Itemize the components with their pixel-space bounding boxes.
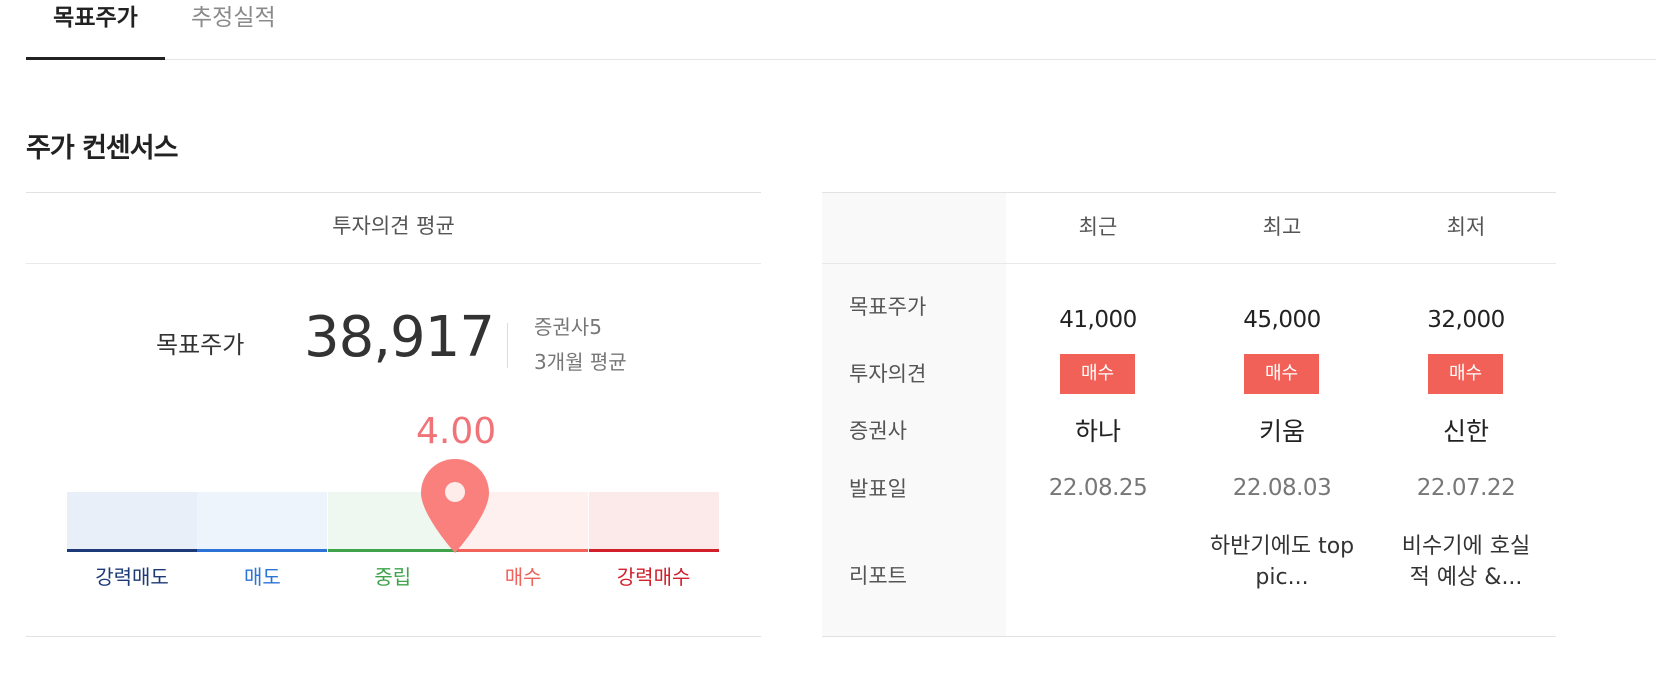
consensus-table: 최근 최고 최저 목표주가 투자의견 증권사 발표일 리포트 41,000 매수…: [822, 192, 1556, 637]
header-divider: [822, 263, 1556, 264]
section-title: 주가 컨센서스: [26, 133, 178, 164]
opinion-score: 4.00: [416, 411, 497, 452]
scale-label: 중립: [374, 565, 412, 589]
report-link-lowest[interactable]: 비수기에 호실 적 예상 &...: [1381, 531, 1551, 593]
scale-label: 강력매도: [95, 565, 169, 589]
column-header-recent: 최근: [1078, 215, 1118, 239]
row-label-broker: 증권사: [849, 419, 907, 443]
report-link-highest[interactable]: 하반기에도 top pic...: [1197, 531, 1367, 593]
target-price-value: 38,917: [304, 305, 495, 370]
report-title-line1: 비수기에 호실: [1401, 534, 1531, 559]
opinion-badge-highest: 매수: [1244, 354, 1319, 394]
scale-label: 강력매수: [616, 565, 691, 589]
scale-segment: [197, 492, 328, 549]
report-title-line1: 하반기에도 top: [1209, 534, 1355, 559]
scale-label: 매도: [243, 565, 281, 589]
opinion-average-header: 투자의견 평균: [26, 193, 761, 264]
date-highest: 22.08.03: [1232, 475, 1332, 501]
target-price-label: 목표주가: [156, 331, 245, 359]
opinion-average-panel: 투자의견 평균 목표주가 38,917 증권사5 3개월 평균 4.00 강력매…: [26, 192, 761, 637]
broker-count: 증권사5: [534, 315, 602, 339]
scale-segment-line: [67, 549, 197, 552]
location-pin-icon: [421, 459, 489, 553]
tab-target-price[interactable]: 목표주가: [26, 0, 165, 60]
tab-estimated-earnings[interactable]: 추정실적: [191, 0, 276, 59]
price-recent: 41,000: [1059, 307, 1137, 333]
report-title-line2: 적 예상 &...: [1409, 565, 1523, 590]
broker-recent: 하나: [1074, 417, 1121, 446]
price-lowest: 32,000: [1427, 307, 1505, 333]
scale-label: 매수: [504, 565, 542, 589]
date-lowest: 22.07.22: [1416, 475, 1516, 501]
divider: [507, 323, 508, 368]
row-label-date: 발표일: [849, 477, 907, 501]
opinion-badge-lowest: 매수: [1428, 354, 1503, 394]
column-header-lowest: 최저: [1446, 215, 1486, 239]
tab-bar: 목표주가 추정실적: [26, 0, 1656, 60]
report-title-line2: pic...: [1255, 565, 1309, 590]
scale-segment: [588, 492, 719, 549]
row-label-report: 리포트: [849, 564, 907, 588]
broker-lowest: 신한: [1442, 417, 1489, 446]
opinion-badge-recent: 매수: [1060, 354, 1135, 394]
scale-segment-line: [197, 549, 328, 552]
average-period: 3개월 평균: [534, 350, 627, 374]
scale-segment-line: [588, 549, 719, 552]
broker-highest: 키움: [1258, 417, 1305, 446]
column-header-highest: 최고: [1262, 215, 1302, 239]
row-label-target-price: 목표주가: [849, 295, 927, 319]
date-recent: 22.08.25: [1048, 475, 1148, 501]
scale-segment: [67, 492, 197, 549]
price-highest: 45,000: [1243, 307, 1321, 333]
row-label-opinion: 투자의견: [849, 362, 927, 386]
